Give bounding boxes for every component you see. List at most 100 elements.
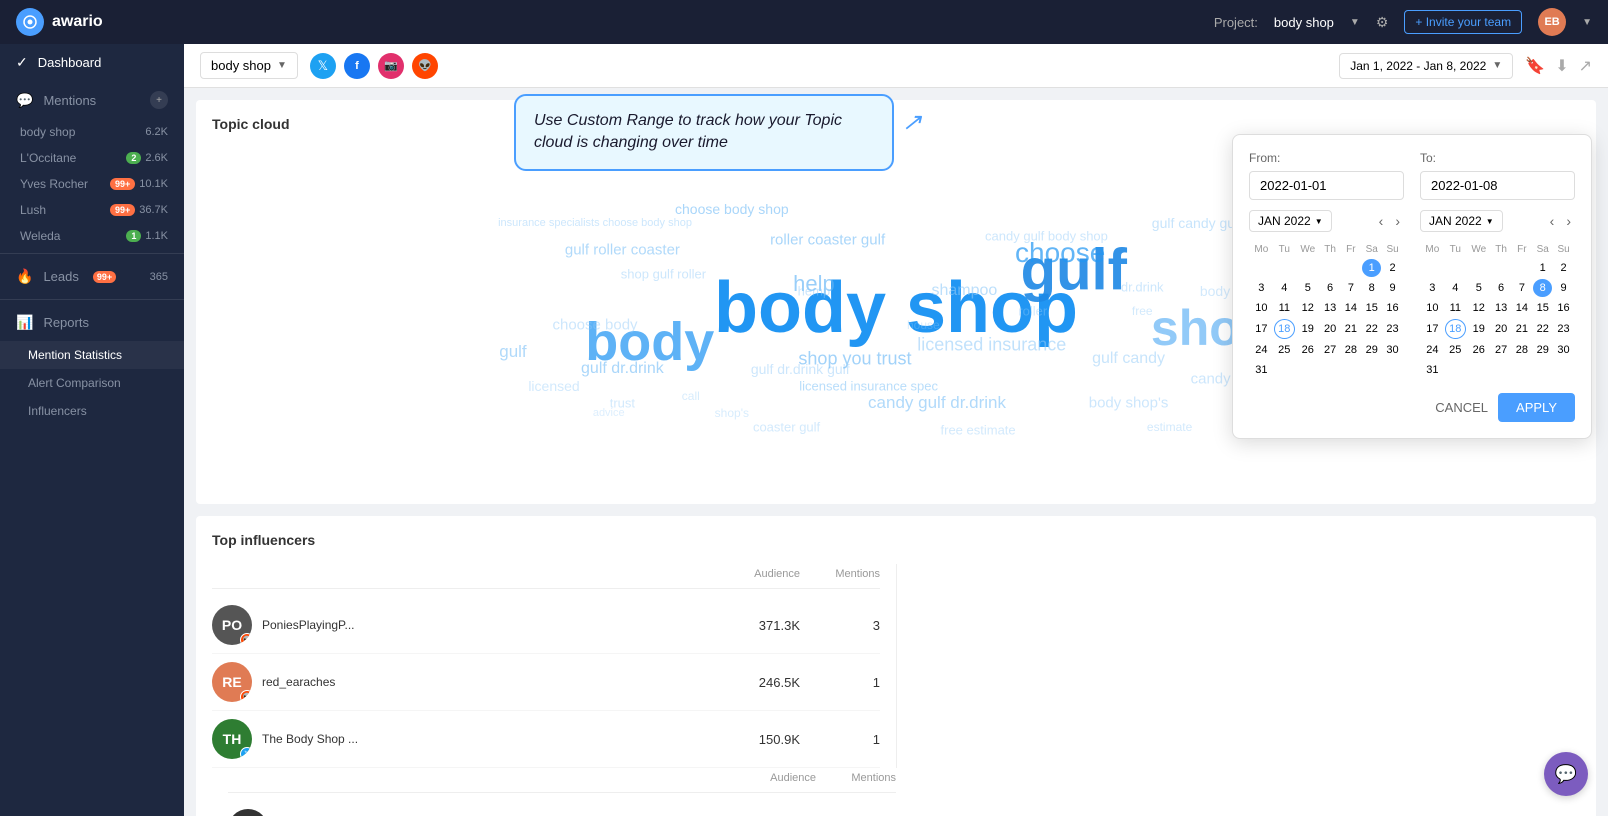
topic-word[interactable]: shop's <box>715 406 749 420</box>
calendar-day[interactable]: 17 <box>1251 319 1272 339</box>
invite-team-button[interactable]: + Invite your team <box>1404 10 1522 34</box>
topic-word[interactable]: shop you trust <box>798 348 911 369</box>
calendar-day[interactable]: 23 <box>1383 319 1402 339</box>
topic-word[interactable]: gulf roller coaster <box>565 242 680 259</box>
sidebar-item-mentions[interactable]: 💬 Mentions + <box>0 81 184 119</box>
calendar-day[interactable]: 26 <box>1297 341 1319 359</box>
sidebar-sub-item-alert-comparison[interactable]: Alert Comparison <box>0 369 184 397</box>
calendar-day[interactable]: 31 <box>1251 361 1272 379</box>
sidebar-mention-yves[interactable]: Yves Rocher 99+10.1K <box>0 171 184 197</box>
to-date-input[interactable] <box>1420 171 1575 200</box>
calendar-day[interactable]: 1 <box>1362 259 1381 277</box>
calendar-day[interactable]: 20 <box>1321 319 1340 339</box>
calendar-day[interactable]: 19 <box>1468 319 1490 339</box>
cal-from-month-button[interactable]: JAN 2022 ▼ <box>1249 210 1332 232</box>
topic-word[interactable]: gulf <box>499 342 526 362</box>
topic-word[interactable]: hemp <box>798 283 831 298</box>
influencer-row[interactable]: TH 𝕏 The Body Shop ... 150.9K 1 <box>212 711 880 768</box>
calendar-day[interactable]: 3 <box>1251 279 1272 297</box>
topic-word[interactable]: body shop's <box>1089 395 1169 412</box>
calendar-day[interactable]: 18 <box>1274 319 1295 339</box>
calendar-day[interactable]: 30 <box>1554 341 1573 359</box>
calendar-day[interactable]: 21 <box>1341 319 1360 339</box>
sidebar-sub-item-mention-statistics[interactable]: Mention Statistics <box>0 341 184 369</box>
topic-word[interactable]: licensed insurance spec <box>799 379 938 394</box>
topic-word[interactable]: choose body shop <box>675 201 789 217</box>
from-date-input[interactable] <box>1249 171 1404 200</box>
sidebar-mention-lush[interactable]: Lush 99+36.7K <box>0 197 184 223</box>
calendar-day[interactable]: 24 <box>1251 341 1272 359</box>
topic-word[interactable]: licensed insurance <box>917 335 1066 356</box>
topic-word[interactable]: shampoo <box>931 282 997 300</box>
alert-dropdown[interactable]: body shop ▼ <box>200 52 298 79</box>
calendar-day[interactable]: 27 <box>1321 341 1340 359</box>
add-mention-button[interactable]: + <box>150 91 168 109</box>
calendar-day[interactable]: 28 <box>1341 341 1360 359</box>
topic-word[interactable]: shop gulf roller <box>621 266 706 281</box>
topic-word[interactable]: gulf dr.drink <box>581 360 664 378</box>
topic-word[interactable]: free <box>1132 304 1153 318</box>
calendar-day[interactable]: 14 <box>1512 299 1531 317</box>
calendar-day[interactable]: 12 <box>1297 299 1319 317</box>
calendar-day[interactable]: 30 <box>1383 341 1402 359</box>
date-range-button[interactable]: Jan 1, 2022 - Jan 8, 2022 ▼ <box>1339 53 1513 79</box>
calendar-day[interactable]: 31 <box>1422 361 1443 379</box>
calendar-day[interactable]: 21 <box>1512 319 1531 339</box>
influencer-row[interactable]: PO 👽 PoniesPlayingP... 371.3K 3 <box>212 597 880 654</box>
calendar-day[interactable]: 18 <box>1445 319 1466 339</box>
topic-word[interactable]: roller coaster gulf <box>770 231 885 248</box>
calendar-day[interactable]: 11 <box>1445 299 1466 317</box>
cal-to-month-button[interactable]: JAN 2022 ▼ <box>1420 210 1503 232</box>
calendar-day[interactable]: 8 <box>1533 279 1552 297</box>
topic-word[interactable]: free estimate <box>941 423 1016 438</box>
cal-next-button[interactable]: › <box>1391 211 1404 231</box>
calendar-day[interactable]: 25 <box>1274 341 1295 359</box>
sidebar-item-leads[interactable]: 🔥 Leads 99+ 365 <box>0 258 184 295</box>
cal-to-next-button[interactable]: › <box>1562 211 1575 231</box>
topic-word[interactable]: gulf candy <box>1092 350 1165 368</box>
calendar-day[interactable]: 13 <box>1321 299 1340 317</box>
sidebar-mention-loccitane[interactable]: L'Occitane 22.6K <box>0 145 184 171</box>
calendar-day[interactable]: 2 <box>1554 259 1573 277</box>
calendar-day[interactable]: 13 <box>1492 299 1511 317</box>
sidebar-mention-body-shop[interactable]: body shop 6.2K <box>0 119 184 145</box>
calendar-day[interactable]: 2 <box>1383 259 1402 277</box>
calendar-day[interactable]: 16 <box>1383 299 1402 317</box>
calendar-day[interactable]: 9 <box>1383 279 1402 297</box>
calendar-day[interactable]: 27 <box>1492 341 1511 359</box>
calendar-day[interactable]: 15 <box>1362 299 1381 317</box>
calendar-day[interactable]: 12 <box>1468 299 1490 317</box>
calendar-day[interactable]: 26 <box>1468 341 1490 359</box>
topic-word[interactable]: coaster gulf <box>753 419 820 434</box>
calendar-day[interactable]: 8 <box>1362 279 1381 297</box>
topic-word[interactable]: candy <box>1191 371 1231 388</box>
share-icon[interactable]: ↗ <box>1579 56 1592 76</box>
cal-to-prev-button[interactable]: ‹ <box>1546 211 1559 231</box>
calendar-day[interactable]: 6 <box>1492 279 1511 297</box>
reddit-icon[interactable]: 👽 <box>412 53 438 79</box>
calendar-day[interactable]: 11 <box>1274 299 1295 317</box>
calendar-day[interactable]: 3 <box>1422 279 1443 297</box>
calendar-day[interactable]: 15 <box>1533 299 1552 317</box>
topic-word[interactable]: call <box>682 389 700 403</box>
calendar-day[interactable]: 4 <box>1445 279 1466 297</box>
sidebar-item-reports[interactable]: 📊 Reports <box>0 304 184 341</box>
sidebar-item-dashboard[interactable]: ✓ Dashboard <box>0 44 184 81</box>
calendar-day[interactable]: 10 <box>1251 299 1272 317</box>
calendar-day[interactable]: 7 <box>1341 279 1360 297</box>
calendar-day[interactable]: 22 <box>1533 319 1552 339</box>
calendar-day[interactable]: 14 <box>1341 299 1360 317</box>
calendar-day[interactable]: 17 <box>1422 319 1443 339</box>
calendar-day[interactable]: 22 <box>1362 319 1381 339</box>
apply-button[interactable]: APPLY <box>1498 393 1575 422</box>
calendar-day[interactable]: 23 <box>1554 319 1573 339</box>
calendar-day[interactable]: 10 <box>1422 299 1443 317</box>
calendar-day[interactable]: 16 <box>1554 299 1573 317</box>
topic-word[interactable]: licensed <box>528 378 579 394</box>
download-icon[interactable]: ⬇ <box>1555 56 1568 76</box>
twitter-icon[interactable]: 𝕏 <box>310 53 336 79</box>
calendar-day[interactable]: 4 <box>1274 279 1295 297</box>
calendar-day[interactable]: 24 <box>1422 341 1443 359</box>
instagram-icon[interactable]: 📷 <box>378 53 404 79</box>
topic-word[interactable]: gulf candy gulf <box>1152 215 1242 231</box>
